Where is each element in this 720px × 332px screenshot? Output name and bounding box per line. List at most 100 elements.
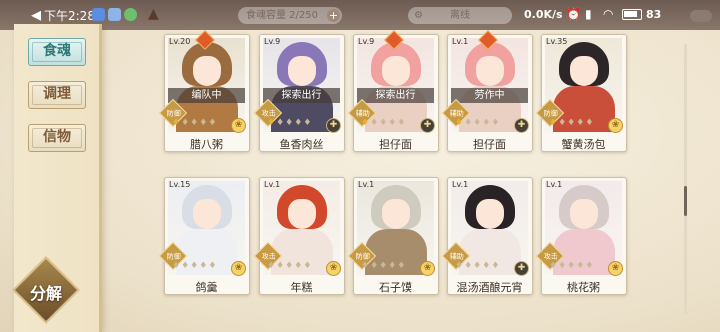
food-soul-card[interactable]: Lv.9 探索出行 攻击 ♦♦♦♦♦ ✚ 鱼香肉丝 bbox=[253, 34, 345, 152]
food-soul-card[interactable]: Lv.20 编队中 防御 ♦♦♦♦♦ ❀ 腊八粥 bbox=[158, 30, 250, 152]
clock: 下午2:28 bbox=[44, 9, 95, 23]
level-label: Lv.35 bbox=[546, 37, 568, 46]
star-icon: ♦ bbox=[585, 118, 595, 128]
food-soul-card[interactable]: Lv.9 探索出行 辅助 ♦♦♦♦♦ ✚ 担仔面 bbox=[347, 30, 439, 152]
star-icon: ♦ bbox=[303, 261, 313, 271]
scrollbar-track[interactable] bbox=[684, 44, 687, 314]
element-icon: ✚ bbox=[514, 261, 529, 276]
wifi-icon: ◠ bbox=[603, 7, 614, 21]
star-icon: ♦ bbox=[285, 118, 295, 128]
portrait-face bbox=[288, 56, 316, 86]
star-rating: ♦♦♦♦♦ bbox=[172, 261, 217, 271]
star-icon: ♦ bbox=[208, 261, 218, 271]
status-band: 探索出行 bbox=[357, 88, 434, 103]
alarm-icon: ⏰ bbox=[566, 7, 581, 21]
level-label: Lv.9 bbox=[264, 37, 281, 46]
star-icon: ♦ bbox=[361, 261, 371, 271]
star-icon: ♦ bbox=[576, 118, 586, 128]
character-name: 蟹黄汤包 bbox=[561, 138, 606, 151]
battery-percent: 83 bbox=[646, 8, 662, 21]
star-icon: ♦ bbox=[172, 118, 182, 128]
app-icon bbox=[124, 8, 137, 21]
level-label: Lv.1 bbox=[264, 180, 281, 189]
star-rating: ♦♦♦♦♦ bbox=[267, 118, 312, 128]
star-icon: ♦ bbox=[397, 118, 407, 128]
food-soul-card[interactable]: Lv.1 辅助 ♦♦♦♦♦ ✚ 混汤酒酿元宵 bbox=[441, 177, 533, 295]
food-soul-card[interactable]: Lv.1 劳作中 辅助 ♦♦♦♦♦ ✚ 担仔面 bbox=[441, 30, 533, 152]
character-name: 混汤酒酿元宵 bbox=[456, 281, 523, 294]
star-icon: ♦ bbox=[285, 261, 295, 271]
star-icon: ♦ bbox=[199, 261, 209, 271]
star-icon: ♦ bbox=[567, 261, 577, 271]
star-icon: ♦ bbox=[576, 261, 586, 271]
tab-tokens[interactable]: 信物 bbox=[28, 124, 86, 152]
notification-icon bbox=[92, 8, 105, 21]
level-label: Lv.1 bbox=[452, 180, 469, 189]
star-icon: ♦ bbox=[181, 118, 191, 128]
star-icon: ♦ bbox=[388, 118, 398, 128]
status-band: 劳作中 bbox=[451, 88, 528, 103]
portrait-face bbox=[288, 199, 316, 229]
portrait-face bbox=[382, 199, 410, 229]
tab-food-souls[interactable]: 食魂 bbox=[28, 38, 86, 66]
star-icon: ♦ bbox=[585, 261, 595, 271]
star-icon: ♦ bbox=[361, 118, 371, 128]
character-name: 腊八粥 bbox=[190, 138, 223, 151]
star-icon: ♦ bbox=[491, 118, 501, 128]
star-rating: ♦♦♦♦♦ bbox=[455, 118, 500, 128]
online-status-text: 离线 bbox=[450, 10, 470, 21]
star-rating: ♦♦♦♦♦ bbox=[267, 261, 312, 271]
capacity-pill: 食魂容量 2/250 + bbox=[238, 7, 342, 24]
level-label: Lv.1 bbox=[452, 37, 469, 46]
star-rating: ♦♦♦♦♦ bbox=[455, 261, 500, 271]
flower-icon: ❀ bbox=[608, 118, 623, 133]
food-soul-card[interactable]: Lv.1 攻击 ♦♦♦♦♦ ❀ 年糕 bbox=[253, 177, 345, 295]
star-icon: ♦ bbox=[267, 118, 277, 128]
capacity-text: 食魂容量 2/250 bbox=[246, 10, 318, 21]
star-icon: ♦ bbox=[379, 118, 389, 128]
character-name: 石子馍 bbox=[379, 281, 412, 294]
character-name: 担仔面 bbox=[379, 138, 412, 151]
flower-icon: ❀ bbox=[420, 261, 435, 276]
scrollbar-thumb[interactable] bbox=[684, 186, 687, 216]
star-icon: ♦ bbox=[567, 118, 577, 128]
star-rating: ♦♦♦♦♦ bbox=[172, 118, 217, 128]
star-icon: ♦ bbox=[482, 261, 492, 271]
portrait-face bbox=[193, 56, 221, 86]
star-icon: ♦ bbox=[455, 118, 465, 128]
star-rating: ♦♦♦♦♦ bbox=[361, 261, 406, 271]
star-icon: ♦ bbox=[473, 261, 483, 271]
food-soul-card[interactable]: Lv.35 防御 ♦♦♦♦♦ ❀ 蟹黄汤包 bbox=[535, 34, 627, 152]
star-icon: ♦ bbox=[549, 118, 559, 128]
level-label: Lv.15 bbox=[169, 180, 191, 189]
star-icon: ♦ bbox=[294, 261, 304, 271]
food-soul-card[interactable]: Lv.1 防御 ♦♦♦♦♦ ❀ 石子馍 bbox=[347, 177, 439, 295]
food-soul-card[interactable]: Lv.15 防御 ♦♦♦♦♦ ❀ 鸽羹 bbox=[158, 177, 250, 295]
decompose-button[interactable]: 分解 bbox=[6, 256, 88, 324]
star-icon: ♦ bbox=[558, 118, 568, 128]
star-icon: ♦ bbox=[199, 118, 209, 128]
star-icon: ♦ bbox=[464, 118, 474, 128]
star-icon: ♦ bbox=[482, 118, 492, 128]
tab-conditioning[interactable]: 调理 bbox=[28, 81, 86, 109]
capacity-plus-button[interactable]: + bbox=[327, 9, 340, 22]
battery-icon bbox=[622, 9, 642, 20]
star-icon: ♦ bbox=[455, 261, 465, 271]
flower-icon: ❀ bbox=[231, 118, 246, 133]
food-soul-card[interactable]: Lv.1 攻击 ♦♦♦♦♦ ❀ 桃花粥 bbox=[535, 177, 627, 295]
character-name: 鸽羹 bbox=[195, 281, 218, 294]
star-icon: ♦ bbox=[190, 118, 200, 128]
back-icon[interactable]: ◂ bbox=[31, 4, 41, 24]
star-icon: ♦ bbox=[172, 261, 182, 271]
window-handle[interactable] bbox=[690, 10, 712, 22]
level-label: Lv.9 bbox=[358, 37, 375, 46]
star-icon: ♦ bbox=[267, 261, 277, 271]
star-icon: ♦ bbox=[276, 118, 286, 128]
gear-icon: ⚙ bbox=[414, 10, 423, 21]
star-icon: ♦ bbox=[370, 261, 380, 271]
star-icon: ♦ bbox=[549, 261, 559, 271]
gallery-icon bbox=[108, 8, 121, 21]
star-icon: ♦ bbox=[558, 261, 568, 271]
cell-signal-icon: ▮ bbox=[585, 7, 592, 21]
star-icon: ♦ bbox=[276, 261, 286, 271]
